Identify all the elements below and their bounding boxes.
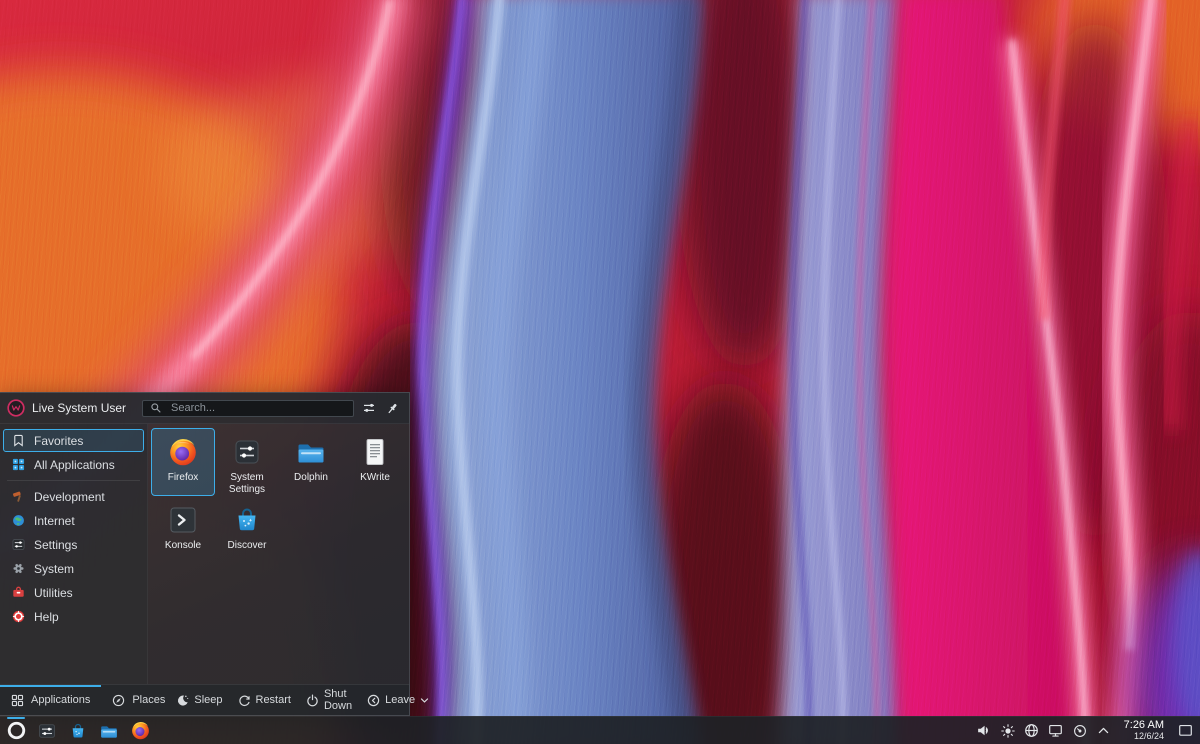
firefox-icon bbox=[167, 436, 199, 468]
show-desktop-button[interactable] bbox=[1177, 722, 1194, 739]
app-label: Konsole bbox=[165, 540, 201, 552]
app-label: Firefox bbox=[168, 472, 199, 484]
digital-clock[interactable]: 7:26 AM 12/6/24 bbox=[1124, 720, 1164, 742]
search-field[interactable] bbox=[142, 400, 354, 417]
power-icon bbox=[306, 694, 319, 707]
sidebar-item-settings[interactable]: Settings bbox=[3, 533, 144, 556]
sidebar-label: Favorites bbox=[34, 434, 83, 448]
user-name: Live System User bbox=[32, 401, 126, 415]
konsole-icon bbox=[167, 504, 199, 536]
sort-icon[interactable] bbox=[361, 400, 377, 416]
firefox-icon bbox=[130, 720, 151, 741]
app-grid: Firefox System Settings bbox=[148, 424, 410, 684]
session-label: Sleep bbox=[194, 694, 222, 706]
tab-places[interactable]: Places bbox=[101, 685, 176, 715]
launcher-sidebar: Favorites All Applications bbox=[0, 424, 148, 684]
app-launcher-button[interactable] bbox=[5, 720, 27, 742]
app-launcher-icon bbox=[6, 720, 27, 741]
session-label: Leave bbox=[385, 694, 415, 706]
system-settings-icon bbox=[231, 436, 263, 468]
system-tray: 7:26 AM 12/6/24 bbox=[976, 720, 1194, 742]
search-icon bbox=[148, 400, 164, 416]
taskbar-system-settings-button[interactable] bbox=[36, 720, 58, 742]
launcher-footer: Applications Places Sleep bbox=[0, 684, 409, 715]
clock-time: 7:26 AM bbox=[1124, 720, 1164, 732]
sidebar-item-help[interactable]: Help bbox=[3, 605, 144, 628]
pin-icon[interactable] bbox=[384, 400, 400, 416]
sliders-icon bbox=[11, 538, 25, 552]
application-launcher-menu: Live System User bbox=[0, 392, 410, 716]
taskbar-discover-button[interactable] bbox=[67, 720, 89, 742]
app-label: Dolphin bbox=[294, 472, 328, 484]
app-tile-system-settings[interactable]: System Settings bbox=[215, 428, 279, 496]
sidebar-label: Help bbox=[34, 610, 59, 624]
sidebar-item-favorites[interactable]: Favorites bbox=[3, 429, 144, 452]
dolphin-icon bbox=[295, 436, 327, 468]
system-settings-icon bbox=[37, 721, 57, 741]
app-label: KWrite bbox=[360, 472, 390, 484]
dolphin-icon bbox=[99, 721, 119, 741]
session-label: Shut Down bbox=[324, 688, 352, 712]
leave-icon bbox=[367, 694, 380, 707]
expand-arrow-icon[interactable] bbox=[1096, 723, 1112, 739]
taskbar-dolphin-button[interactable] bbox=[98, 720, 120, 742]
leave-button[interactable]: Leave bbox=[367, 694, 429, 707]
volume-icon[interactable] bbox=[976, 723, 992, 739]
grid-icon bbox=[11, 694, 24, 707]
discover-icon bbox=[231, 504, 263, 536]
gear-icon bbox=[11, 562, 25, 576]
chevron-down-icon bbox=[420, 697, 429, 704]
globe-icon bbox=[11, 514, 25, 528]
taskbar-panel: 7:26 AM 12/6/24 bbox=[0, 716, 1200, 744]
tab-label: Places bbox=[132, 694, 165, 706]
app-tile-konsole[interactable]: Konsole bbox=[151, 496, 215, 564]
app-tile-dolphin[interactable]: Dolphin bbox=[279, 428, 343, 496]
discover-icon bbox=[68, 721, 88, 741]
restart-button[interactable]: Restart bbox=[238, 694, 291, 707]
app-tile-kwrite[interactable]: KWrite bbox=[343, 428, 407, 496]
compass-icon bbox=[112, 694, 125, 707]
clock-date: 12/6/24 bbox=[1124, 732, 1164, 742]
restart-icon bbox=[238, 694, 251, 707]
sidebar-item-system[interactable]: System bbox=[3, 557, 144, 580]
sidebar-label: Development bbox=[34, 490, 105, 504]
sleep-icon bbox=[176, 694, 189, 707]
status-icon[interactable] bbox=[1072, 723, 1088, 739]
user-avatar[interactable] bbox=[7, 399, 25, 417]
brightness-icon[interactable] bbox=[1000, 723, 1016, 739]
hammer-icon bbox=[11, 490, 25, 504]
bookmark-icon bbox=[11, 434, 25, 448]
sidebar-label: Internet bbox=[34, 514, 75, 528]
app-label: Discover bbox=[228, 540, 267, 552]
toolbox-icon bbox=[11, 586, 25, 600]
session-buttons: Sleep Restart Shut Down bbox=[176, 688, 438, 712]
grid-blue-icon bbox=[11, 458, 25, 472]
sidebar-item-internet[interactable]: Internet bbox=[3, 509, 144, 532]
network-icon[interactable] bbox=[1024, 723, 1040, 739]
sidebar-item-all-applications[interactable]: All Applications bbox=[3, 453, 144, 476]
app-tile-discover[interactable]: Discover bbox=[215, 496, 279, 564]
sidebar-label: System bbox=[34, 562, 74, 576]
kwrite-icon bbox=[359, 436, 391, 468]
sidebar-item-utilities[interactable]: Utilities bbox=[3, 581, 144, 604]
sidebar-separator bbox=[7, 480, 140, 481]
lifebuoy-icon bbox=[11, 610, 25, 624]
sidebar-label: Settings bbox=[34, 538, 77, 552]
app-label: System Settings bbox=[217, 472, 277, 496]
session-label: Restart bbox=[256, 694, 291, 706]
display-icon[interactable] bbox=[1048, 723, 1064, 739]
sidebar-item-development[interactable]: Development bbox=[3, 485, 144, 508]
taskbar-firefox-button[interactable] bbox=[129, 720, 151, 742]
launcher-header: Live System User bbox=[0, 393, 409, 424]
shut-down-button[interactable]: Shut Down bbox=[306, 688, 352, 712]
sidebar-label: Utilities bbox=[34, 586, 73, 600]
tab-applications[interactable]: Applications bbox=[0, 685, 101, 715]
sidebar-label: All Applications bbox=[34, 458, 115, 472]
app-tile-firefox[interactable]: Firefox bbox=[151, 428, 215, 496]
search-input[interactable] bbox=[169, 401, 348, 415]
tab-label: Applications bbox=[31, 694, 90, 706]
sleep-button[interactable]: Sleep bbox=[176, 694, 222, 707]
